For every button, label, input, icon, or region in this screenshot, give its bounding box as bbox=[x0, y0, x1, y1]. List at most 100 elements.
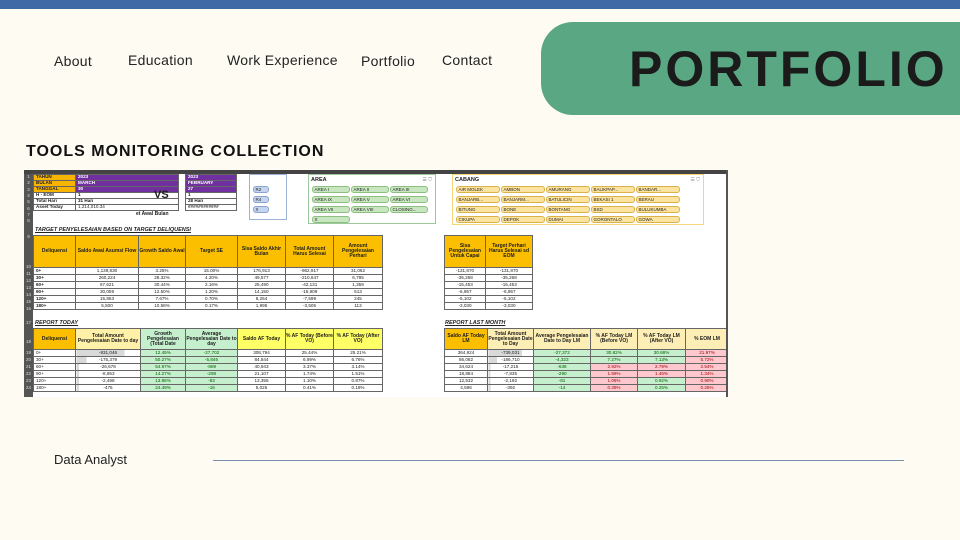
table-cell: 14.27% bbox=[140, 370, 186, 378]
table-cell: -5,102 bbox=[485, 295, 533, 303]
info-row: ############ bbox=[185, 204, 237, 211]
slicer-item[interactable]: AIR MOLEK bbox=[455, 185, 500, 193]
slicer-item[interactable]: AREA VI bbox=[389, 195, 428, 203]
slicer-item[interactable]: BERAU bbox=[635, 195, 680, 203]
table-cell: 50.27% bbox=[140, 356, 186, 364]
slicer-title: AREA bbox=[311, 177, 327, 183]
nav-about[interactable]: About bbox=[54, 53, 92, 69]
filter-icon[interactable]: ☰ ⛉ bbox=[690, 177, 700, 183]
table-cell: 6.76% bbox=[333, 356, 383, 364]
slicer-item[interactable]: BEKASI 1 bbox=[590, 195, 635, 203]
table-cell: -739,031 bbox=[487, 349, 534, 357]
report-today-title: REPORT TODAY bbox=[35, 320, 79, 326]
nav-contact[interactable]: Contact bbox=[442, 52, 492, 68]
slicer-item[interactable]: R2 bbox=[252, 185, 269, 193]
slicer-item[interactable]: DEPOK bbox=[500, 215, 545, 223]
slicer-item[interactable]: AREA VII bbox=[311, 205, 350, 213]
slicer-item[interactable]: BSD bbox=[590, 205, 635, 213]
table-cell: 0.90% bbox=[685, 377, 726, 385]
cabang-slicer[interactable]: CABANG ☰ ⛉ AIR MOLEK AMBON AMURANG BALIKPAP..… bbox=[452, 174, 704, 225]
hero-title: PORTFOLIO bbox=[629, 41, 948, 97]
slicer-item[interactable]: R4 bbox=[252, 195, 269, 203]
table-cell: 1.34% bbox=[685, 370, 726, 378]
table-row: -15,453 -15,453 bbox=[444, 281, 533, 289]
table-cell: -81 bbox=[533, 377, 591, 385]
slicer-item[interactable]: X bbox=[311, 215, 350, 223]
row-number: 17 bbox=[25, 320, 31, 325]
slicer-item[interactable]: CIKUPA bbox=[455, 215, 500, 223]
table-cell: -15,909 bbox=[285, 288, 334, 296]
column-header: Saldo Awal Asumsi Flow bbox=[75, 235, 139, 268]
slicer-item[interactable]: AREA V bbox=[350, 195, 389, 203]
table-cell: 30.82% bbox=[590, 349, 638, 357]
slicer-item[interactable]: X bbox=[252, 205, 269, 213]
slicer-item[interactable]: AREA VIII bbox=[350, 205, 389, 213]
slicer-item[interactable]: BULUKUMBA bbox=[635, 205, 680, 213]
slicer-item[interactable]: AMBON bbox=[500, 185, 545, 193]
table-cell: 25.21% bbox=[333, 349, 383, 357]
report-last-month-table: Saldo AF Today LM Total Amount Pengelesai… bbox=[444, 328, 726, 392]
column-header: Saldo AF Today LM bbox=[444, 328, 488, 350]
slicer-item[interactable]: AMURANG bbox=[545, 185, 590, 193]
target-table: Deliquensi Saldo Awal Asumsi Flow Growth S… bbox=[33, 235, 383, 310]
column-header: Average Pengelesaian Date to Day LM bbox=[533, 328, 591, 350]
slicer-item[interactable]: BANJARM... bbox=[500, 195, 545, 203]
table-cell: 0.39% bbox=[590, 384, 638, 392]
table-cell: 12,532 bbox=[444, 377, 488, 385]
table-cell: -889 bbox=[185, 363, 238, 371]
slicer-item[interactable]: BANJARB... bbox=[455, 195, 500, 203]
slicer-item[interactable]: BATULICIN bbox=[545, 195, 590, 203]
slicer-item[interactable]: AREA IX bbox=[311, 195, 350, 203]
row-number: 13 bbox=[25, 285, 31, 290]
slicer-item[interactable]: BONE bbox=[500, 205, 545, 213]
table-row: 180+ 5,500 10.58% 0.17% 1,995 -3,505 113 bbox=[33, 302, 383, 310]
table-cell: -42,131 bbox=[285, 281, 334, 289]
table-cell: -392 bbox=[487, 384, 534, 392]
slicer-item[interactable]: AREA II bbox=[350, 185, 389, 193]
table-cell: 1.74% bbox=[285, 370, 334, 378]
table-cell: 60+ bbox=[33, 363, 76, 371]
target-title: TARGET PENYELESAIAN BASED ON TARGET DELI… bbox=[35, 227, 191, 233]
slicer-item[interactable]: AREA III bbox=[389, 185, 428, 193]
table-cell: 21,107 bbox=[237, 370, 286, 378]
slicer-item[interactable]: BANDAR... bbox=[635, 185, 680, 193]
table-cell: 12.45% bbox=[140, 349, 186, 357]
slicer-item[interactable]: DUMAI bbox=[545, 215, 590, 223]
row-number: 14 bbox=[25, 292, 31, 297]
table-cell: 0.18% bbox=[333, 384, 383, 392]
slicer-item[interactable]: GOWA bbox=[635, 215, 680, 223]
slicer-item[interactable]: AREA I bbox=[311, 185, 350, 193]
table-cell: -27,372 bbox=[533, 349, 591, 357]
slicer-item[interactable]: BALIKPAP... bbox=[590, 185, 635, 193]
slicer-item[interactable]: BONTANG bbox=[545, 205, 590, 213]
table-row: 30+ -175,379 50.27% -5,846 84,844 6.99% 6.76% bbox=[33, 356, 383, 364]
row-number: 4 bbox=[27, 192, 30, 198]
nav-education[interactable]: Education bbox=[128, 52, 193, 68]
table-cell: 6,795 bbox=[333, 274, 383, 282]
table-cell: -7,835 bbox=[487, 370, 534, 378]
row-number: 10 bbox=[25, 264, 31, 269]
table-cell: 2.92% bbox=[590, 363, 638, 371]
table-cell: 18,884 bbox=[444, 370, 488, 378]
slicer-item[interactable]: CLOSING... bbox=[389, 205, 428, 213]
table-cell: 0+ bbox=[33, 349, 76, 357]
filter-icon[interactable]: ☰ ⛉ bbox=[422, 177, 432, 183]
column-header: Total Amount Harus Selesai bbox=[285, 235, 334, 268]
row-number: 23 bbox=[25, 378, 31, 383]
slicer-item[interactable]: GORONTALO bbox=[590, 215, 635, 223]
row-number: 24 bbox=[25, 385, 31, 390]
table-cell: 1,995 bbox=[237, 302, 286, 310]
top-accent-bar bbox=[0, 0, 960, 9]
table-cell: 7.67% bbox=[138, 295, 186, 303]
column-header: Average Pengelesaian Date to day bbox=[185, 328, 238, 350]
column-header: Total Amount Pengelesaian Date to day bbox=[75, 328, 141, 350]
header-row: Deliquensi Total Amount Pengelesaian Date… bbox=[33, 328, 383, 350]
column-header: Sisa Pengelesaian Untuk Capai bbox=[444, 235, 486, 268]
table-cell: -2,192 bbox=[487, 377, 534, 385]
slicer-item[interactable]: BITUNG bbox=[455, 205, 500, 213]
table-cell: 84,844 bbox=[237, 356, 286, 364]
region-slicer[interactable]: R2 R4 X bbox=[249, 174, 287, 220]
nav-portfolio[interactable]: Portfolio bbox=[361, 53, 415, 69]
nav-work-experience[interactable]: Work Experience bbox=[227, 52, 338, 68]
area-slicer[interactable]: AREA ☰ ⛉ AREA I AREA II AREA IIIAREA IX AREA … bbox=[308, 174, 436, 224]
